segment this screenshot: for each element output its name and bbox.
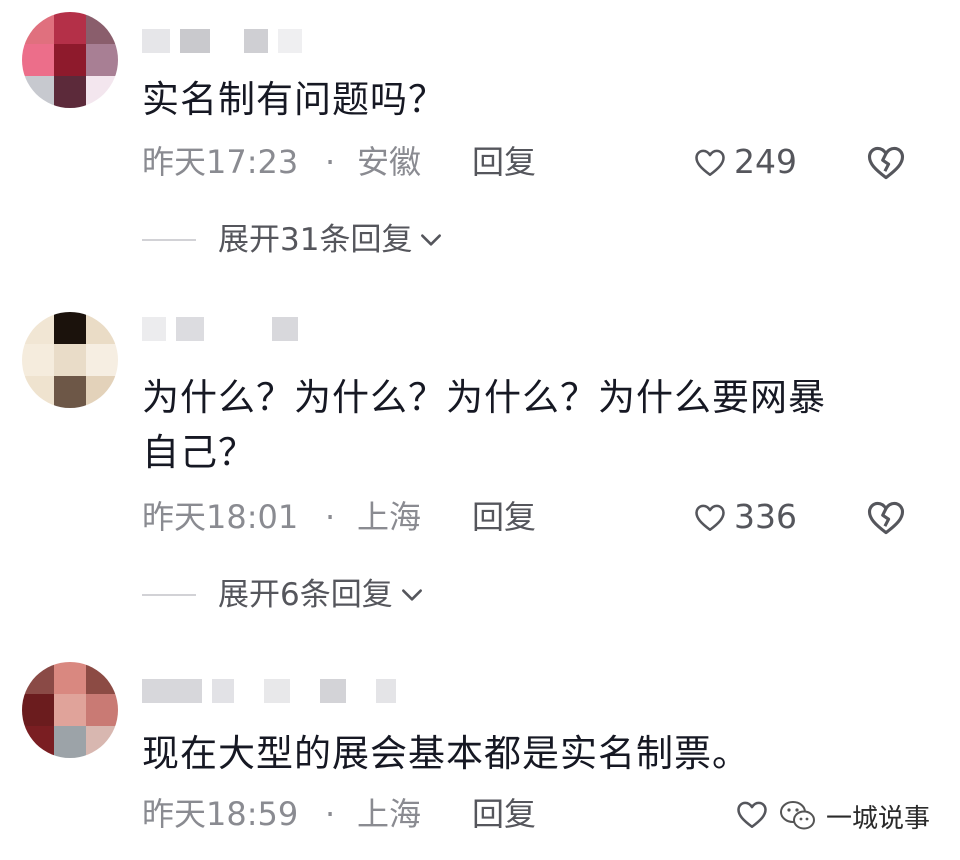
like-count: 336 (734, 497, 797, 536)
username-blurred[interactable] (142, 28, 302, 54)
heart-outline-icon (695, 149, 725, 177)
comment-location: 安徽 (357, 143, 422, 181)
comment-meta: 昨天17:23 · 安徽 回复 249 (142, 140, 922, 184)
divider-line (142, 594, 196, 596)
expand-replies-button[interactable]: 展开31条回复 (142, 218, 444, 262)
comment-meta: 昨天18:01 · 上海 回复 336 (142, 495, 922, 539)
chevron-down-icon (401, 589, 422, 601)
watermark-text: 一城说事 (826, 803, 931, 834)
reply-button[interactable]: 回复 (472, 140, 536, 184)
comment-location: 上海 (357, 498, 422, 536)
watermark: 一城说事 (778, 794, 930, 838)
meta-separator: · (325, 498, 336, 536)
avatar[interactable] (22, 662, 118, 758)
like-button[interactable]: 336 (692, 495, 797, 539)
avatar[interactable] (22, 12, 118, 108)
like-button[interactable] (734, 792, 770, 836)
comment-item: 实名制有问题吗？ 昨天17:23 · 安徽 回复 249 展开31条回复 (0, 0, 960, 290)
expand-replies-button[interactable]: 展开6条回复 (142, 573, 425, 617)
comment-location: 上海 (357, 795, 422, 833)
comment-text: 实名制有问题吗？ (142, 78, 446, 121)
heart-outline-icon (695, 504, 725, 532)
chevron-down-icon (421, 234, 442, 246)
wechat-icon (780, 801, 815, 830)
broken-heart-icon[interactable] (864, 140, 908, 184)
comment-time: 昨天18:59 (142, 795, 299, 833)
like-button[interactable]: 249 (692, 140, 797, 184)
broken-heart-icon[interactable] (864, 495, 908, 539)
username-blurred[interactable] (142, 316, 298, 342)
comment-text: 为什么？为什么？为什么？为什么要网暴 自己？ (142, 376, 826, 474)
comment-time: 昨天18:01 (142, 498, 299, 536)
comment-time: 昨天17:23 (142, 143, 299, 181)
avatar[interactable] (22, 312, 118, 408)
reply-button[interactable]: 回复 (472, 792, 536, 836)
meta-separator: · (325, 143, 336, 181)
username-blurred[interactable] (142, 678, 396, 704)
expand-replies-label: 展开31条回复 (218, 222, 413, 258)
divider-line (142, 239, 196, 241)
like-count: 249 (734, 142, 797, 181)
comment-text: 现在大型的展会基本都是实名制票。 (142, 732, 750, 775)
heart-outline-icon (737, 801, 767, 829)
meta-separator: · (325, 795, 336, 833)
reply-button[interactable]: 回复 (472, 495, 536, 539)
comment-item: 为什么？为什么？为什么？为什么要网暴 自己？ 昨天18:01 · 上海 回复 3… (0, 290, 960, 650)
expand-replies-label: 展开6条回复 (218, 577, 393, 613)
